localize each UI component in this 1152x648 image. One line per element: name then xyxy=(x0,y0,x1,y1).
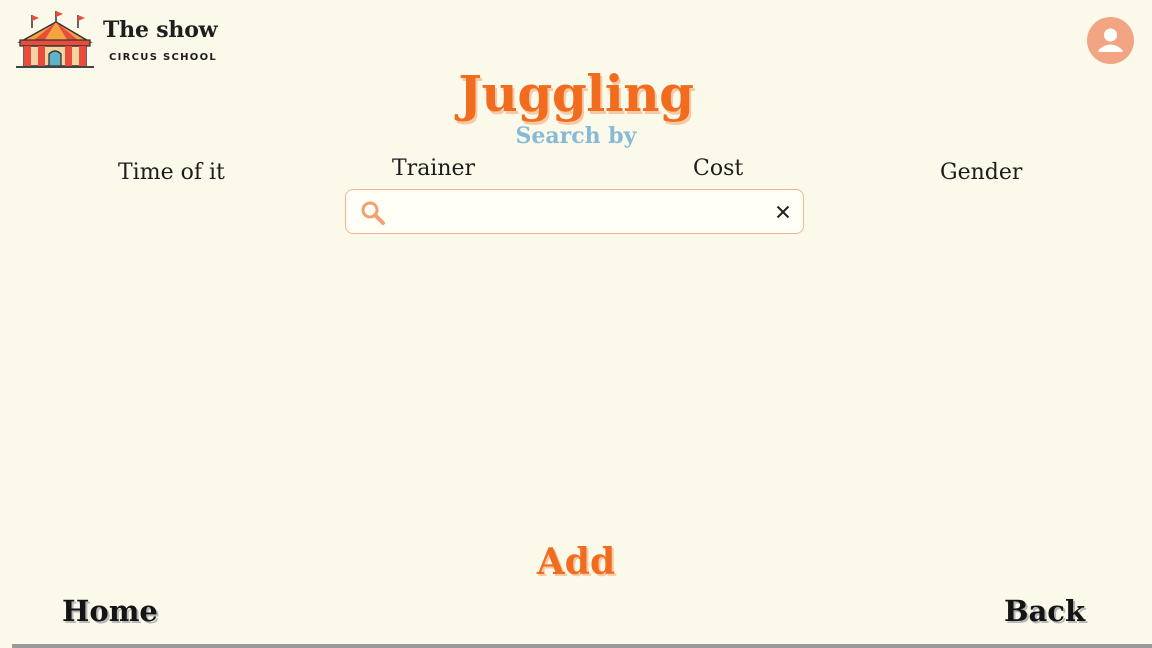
filter-trainer[interactable]: Trainer xyxy=(392,156,475,181)
search-icon xyxy=(360,200,386,226)
bottom-divider xyxy=(12,644,1152,648)
search-input[interactable] xyxy=(394,196,768,230)
circus-tent-icon xyxy=(14,10,96,70)
search-by-label: Search by xyxy=(515,123,637,149)
close-icon[interactable] xyxy=(774,203,792,221)
filter-gender[interactable]: Gender xyxy=(940,160,1022,185)
back-link[interactable]: Back xyxy=(1004,594,1085,628)
home-link[interactable]: Home xyxy=(62,594,158,628)
search-box xyxy=(345,189,804,234)
brand-title: The show xyxy=(103,17,218,43)
user-avatar-icon[interactable] xyxy=(1087,17,1134,64)
page-title: Juggling xyxy=(458,64,694,123)
add-button-row: Add xyxy=(0,541,1152,583)
brand-subtitle: CIRCUS SCHOOL xyxy=(109,52,218,63)
add-button[interactable]: Add xyxy=(537,541,615,583)
filter-time-of-it[interactable]: Time of it xyxy=(118,160,225,185)
filter-cost[interactable]: Cost xyxy=(693,156,743,181)
